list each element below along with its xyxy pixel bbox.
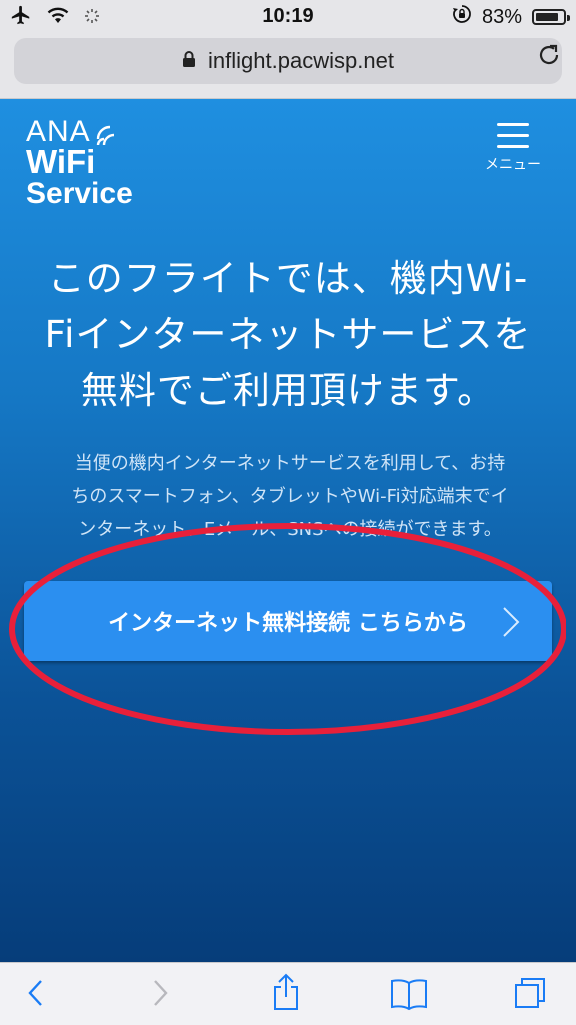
status-bar: 10:19 83% (0, 0, 576, 32)
headline-line: Fiインターネットサービスを (44, 313, 532, 356)
service-description: 当便の機内インターネットサービスを利用して、お持 ちのスマートフォン、タブレット… (16, 447, 564, 546)
logo-line-wifi: WiFi (26, 143, 96, 181)
bookmarks-icon[interactable] (388, 977, 430, 1015)
description-line: ンターネット、Eメール、SNSへの接続ができます。 (78, 519, 502, 540)
web-page: ANA WiFi Service メニュー このフライトでは、機内Wi- Fiイ… (0, 99, 576, 962)
share-icon[interactable] (270, 973, 302, 1015)
orientation-lock-icon (452, 4, 472, 30)
description-line: ちのスマートフォン、タブレットやWi-Fi対応端末でイ (71, 486, 509, 507)
chevron-right-icon (503, 607, 520, 637)
url-text: inflight.pacwisp.net (208, 48, 394, 73)
cta-label: インターネット無料接続 こちらから (108, 611, 468, 636)
lock-icon (182, 48, 196, 74)
headline-line: 無料でご利用頂けます。 (80, 369, 496, 412)
logo-line-service: Service (26, 176, 133, 210)
description-line: 当便の機内インターネットサービスを利用して、お持 (74, 453, 506, 474)
free-internet-connect-button[interactable]: インターネット無料接続 こちらから (24, 581, 552, 661)
forward-icon[interactable] (150, 977, 170, 1013)
menu-button[interactable]: メニュー (478, 123, 548, 174)
headline: このフライトでは、機内Wi- Fiインターネットサービスを 無料でご利用頂けます… (18, 251, 558, 419)
address-bar[interactable]: inflight.pacwisp.net (14, 38, 562, 84)
logo-wave-icon (96, 125, 115, 146)
headline-line: このフライトでは、機内Wi- (47, 257, 529, 300)
menu-icon (478, 123, 548, 148)
menu-label: メニュー (485, 157, 541, 173)
reload-icon[interactable] (536, 42, 562, 72)
tabs-icon[interactable] (512, 975, 548, 1015)
battery-percent: 83% (481, 5, 522, 28)
browser-chrome: inflight.pacwisp.net (0, 32, 576, 99)
battery-icon (532, 9, 570, 25)
status-right: 83% (452, 4, 570, 30)
back-icon[interactable] (26, 977, 46, 1013)
browser-toolbar (0, 962, 576, 1025)
ana-wifi-logo[interactable]: ANA WiFi Service (26, 116, 133, 210)
